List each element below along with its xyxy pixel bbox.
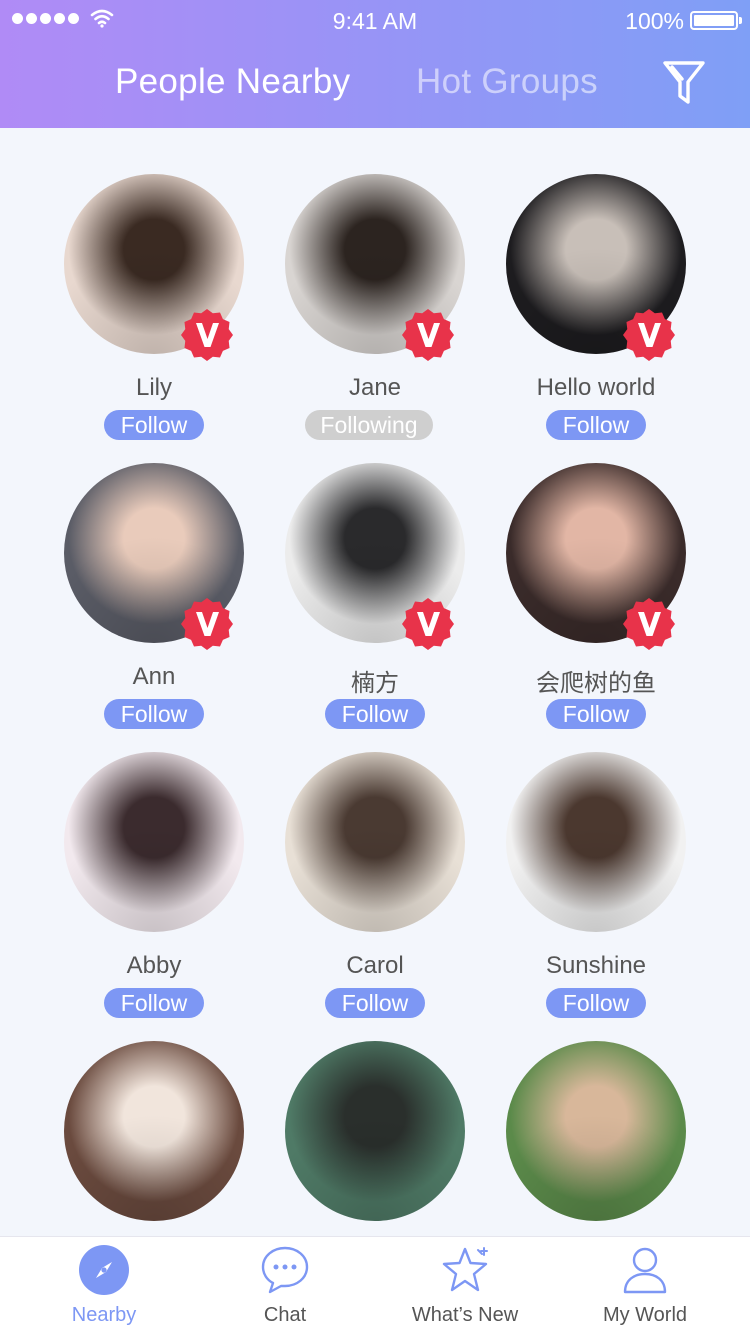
- follow-button[interactable]: Follow: [104, 410, 204, 440]
- person-name: Ann: [132, 663, 176, 690]
- tab-hot-groups[interactable]: Hot Groups: [416, 62, 598, 102]
- nav-my-world[interactable]: My World: [555, 1237, 735, 1334]
- person-name: 会爬树的鱼: [536, 670, 656, 697]
- follow-button[interactable]: Follow: [104, 699, 204, 729]
- status-bar: 9:41 AM 100%: [0, 0, 750, 40]
- bottom-tab-bar: Nearby Chat What’s New My World: [0, 1236, 750, 1334]
- person-name: 楠方: [351, 670, 399, 697]
- top-header: 9:41 AM 100% People Nearby Hot Groups: [0, 0, 750, 128]
- nav-whats-new[interactable]: What’s New: [375, 1237, 555, 1334]
- nav-label-chat: Chat: [263, 1304, 307, 1326]
- follow-button[interactable]: Follow: [546, 988, 646, 1018]
- follow-button[interactable]: Follow: [325, 699, 425, 729]
- nav-label-whats-new: What’s New: [411, 1304, 519, 1326]
- verified-badge-icon: [181, 309, 233, 361]
- user-icon: [623, 1247, 667, 1294]
- person-name: Sunshine: [545, 952, 647, 979]
- nav-nearby[interactable]: Nearby: [14, 1237, 194, 1334]
- avatar[interactable]: [285, 1041, 465, 1221]
- chat-bubble-icon: [261, 1246, 309, 1294]
- nav-label-my-world: My World: [602, 1304, 688, 1326]
- person-name: Lily: [135, 374, 172, 401]
- nav-label-nearby: Nearby: [71, 1304, 137, 1326]
- verified-badge-icon: [623, 598, 675, 650]
- person-name: Jane: [348, 374, 402, 401]
- avatar[interactable]: [506, 752, 686, 932]
- person-name: Abby: [126, 952, 182, 979]
- tab-people-nearby[interactable]: People Nearby: [115, 62, 350, 102]
- follow-button[interactable]: Follow: [104, 988, 204, 1018]
- star-icon: [442, 1247, 488, 1292]
- battery-icon: [690, 11, 742, 30]
- follow-button[interactable]: Follow: [325, 988, 425, 1018]
- verified-badge-icon: [623, 309, 675, 361]
- battery-percentage: 100%: [625, 8, 684, 34]
- follow-button[interactable]: Follow: [546, 699, 646, 729]
- verified-badge-icon: [402, 598, 454, 650]
- avatar[interactable]: [506, 1041, 686, 1221]
- follow-button[interactable]: Follow: [546, 410, 646, 440]
- compass-icon: [79, 1245, 129, 1295]
- avatar[interactable]: [64, 752, 244, 932]
- avatar[interactable]: [285, 752, 465, 932]
- verified-badge-icon: [181, 598, 233, 650]
- person-name: Carol: [346, 952, 404, 979]
- verified-badge-icon: [402, 309, 454, 361]
- avatar[interactable]: [64, 1041, 244, 1221]
- person-name: Hello world: [536, 374, 656, 401]
- following-button[interactable]: Following: [305, 410, 433, 440]
- filter-icon[interactable]: [662, 58, 706, 108]
- nav-chat[interactable]: Chat: [195, 1237, 375, 1334]
